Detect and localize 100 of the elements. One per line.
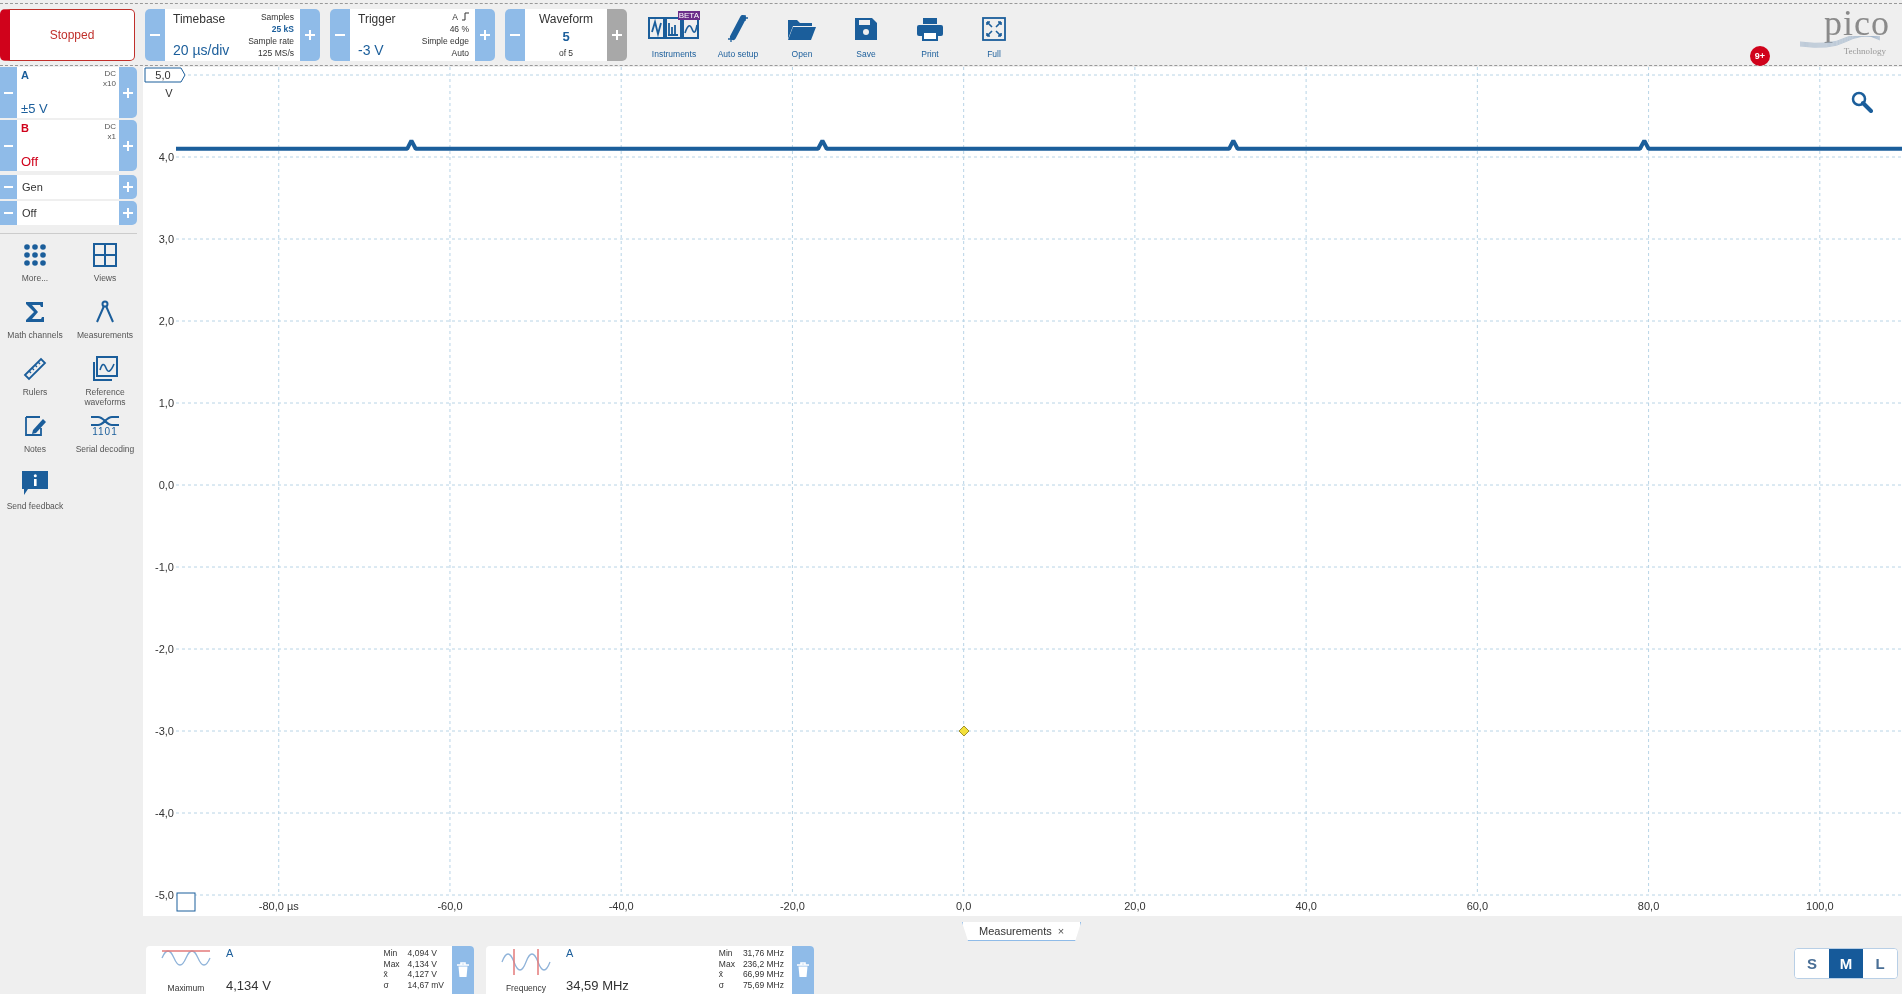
stat-value: 4,127 V — [407, 969, 438, 980]
math-tool-button[interactable]: Math channels — [0, 297, 70, 354]
save-button[interactable]: Save — [834, 10, 898, 59]
channel-card[interactable]: B DC x1 Off — [17, 120, 119, 171]
axis-tick-label: -40,0 — [608, 900, 634, 912]
decrease-button[interactable] — [505, 8, 525, 61]
stat-value: 14,67 mV — [407, 979, 444, 990]
stat-value: 66,99 MHz — [742, 969, 784, 980]
delete-button[interactable] — [792, 946, 814, 994]
notes-tool-button[interactable]: Notes — [0, 411, 70, 468]
run-stop-button[interactable]: Stopped — [0, 8, 135, 61]
axis-tick-label: 0,0 — [956, 900, 972, 912]
decrease-button[interactable] — [0, 175, 17, 199]
channel-range: ±5 V — [21, 101, 49, 116]
sigma-icon — [25, 301, 45, 323]
instruments-icon — [648, 16, 700, 41]
notification-badge[interactable]: 9+ — [1750, 46, 1770, 66]
axis-tick-label: -1,0 — [155, 561, 174, 573]
timebase-value[interactable]: 20 µs/div — [173, 41, 230, 58]
minus-icon — [4, 186, 13, 188]
axis-tick-label: -5,0 — [155, 889, 174, 901]
instruments-button[interactable]: BETA Instruments — [642, 10, 706, 59]
logo-wordmark: pico — [1824, 2, 1890, 44]
icon-digits: 1101 — [92, 427, 118, 437]
trigger-marker[interactable] — [958, 725, 970, 737]
increase-button[interactable] — [300, 8, 320, 61]
minus-icon — [4, 212, 13, 214]
plus-icon — [123, 87, 133, 98]
sine-period-icon — [501, 948, 551, 976]
axis-tick-label: -80,0 µs — [258, 900, 299, 912]
print-button[interactable]: Print — [898, 10, 962, 59]
increase-button[interactable] — [119, 120, 137, 171]
stat-label: Max — [383, 958, 400, 969]
axis-tick-label: 5,0 — [155, 69, 171, 81]
zoom-icon[interactable] — [1851, 91, 1873, 113]
measurement-name: Frequency — [505, 983, 547, 993]
beta-badge: BETA — [677, 10, 700, 20]
sample-rate-label: Sample rate — [248, 35, 294, 46]
measurement-name: Maximum — [167, 983, 205, 993]
stat-label: x̄ — [718, 969, 725, 980]
stat-value: 4,134 V — [407, 958, 438, 969]
decrease-button[interactable] — [145, 8, 165, 61]
dots-grid-icon — [23, 244, 47, 266]
axis-scroll-handle[interactable] — [176, 892, 196, 912]
axis-tick-label: 4,0 — [158, 151, 174, 163]
decrease-button[interactable] — [0, 67, 17, 118]
stat-label: Min — [718, 948, 734, 959]
axis-tick-label: 1,0 — [158, 397, 174, 409]
rising-edge-icon — [462, 12, 469, 21]
increase-button[interactable] — [119, 201, 137, 225]
sine-max-icon — [161, 948, 211, 968]
axis-unit-label: V — [165, 87, 173, 99]
increase-button[interactable] — [475, 8, 495, 61]
decrease-button[interactable] — [330, 8, 350, 61]
decrease-button[interactable] — [0, 201, 17, 225]
full-button[interactable]: Full — [962, 10, 1026, 59]
feedback-tool-button[interactable]: Send feedback — [0, 468, 70, 525]
plus-icon — [123, 182, 133, 192]
increase-button[interactable] — [119, 67, 137, 118]
axis-tick-label: 40,0 — [1295, 900, 1317, 912]
timebase-label: Timebase — [173, 11, 227, 26]
samples-label: Samples — [259, 11, 294, 22]
trigger-label: Trigger — [358, 11, 396, 26]
trigger-position: 46 % — [448, 23, 469, 34]
logo-tagline: Technology — [1843, 46, 1886, 56]
waveform-count: of 5 — [558, 47, 574, 58]
coupling-label: DC — [103, 69, 116, 79]
axis-scale-handle[interactable]: 5,0 — [144, 67, 186, 83]
delete-button[interactable] — [452, 946, 474, 994]
waveform-label: Waveform — [538, 11, 594, 26]
serial-tool-button[interactable]: 1101 Serial decoding — [70, 411, 140, 468]
minus-icon — [4, 91, 13, 94]
samples-value[interactable]: 25 kS — [248, 23, 294, 34]
stat-label: σ — [383, 979, 390, 990]
trigger-level[interactable]: -3 V — [358, 41, 396, 58]
grid-icon — [93, 243, 117, 267]
rulers-tool-button[interactable]: Rulers — [0, 354, 70, 411]
channel-card[interactable]: A DC x10 ±5 V — [17, 67, 119, 118]
autosetup-button[interactable]: Auto setup — [706, 10, 770, 59]
size-button[interactable]: M — [1829, 949, 1863, 978]
reference-waveform-icon — [92, 356, 118, 382]
measurement-channel: A — [226, 947, 235, 960]
reference-tool-button[interactable]: Reference waveforms — [70, 354, 140, 411]
axis-tick-label: -60,0 — [437, 900, 463, 912]
views-tool-button[interactable]: Views — [70, 240, 140, 297]
open-button[interactable]: Open — [770, 10, 834, 59]
close-icon[interactable]: × — [1057, 925, 1065, 937]
axis-tick-label: 60,0 — [1466, 900, 1489, 912]
more-tool-button[interactable]: More... — [0, 240, 70, 297]
sample-rate-value: 125 MS/s — [257, 47, 294, 58]
measurements-tab[interactable]: Measurements × — [962, 922, 1082, 941]
stat-value: 4,094 V — [407, 948, 438, 959]
trash-icon — [456, 962, 470, 978]
save-icon — [854, 16, 878, 41]
decrease-button[interactable] — [0, 120, 17, 171]
increase-button[interactable] — [119, 175, 137, 199]
channel-name: A — [21, 69, 30, 83]
measure-tool-button[interactable]: Measurements — [70, 297, 140, 354]
compass-icon — [95, 300, 115, 324]
ruler-icon — [23, 357, 47, 381]
